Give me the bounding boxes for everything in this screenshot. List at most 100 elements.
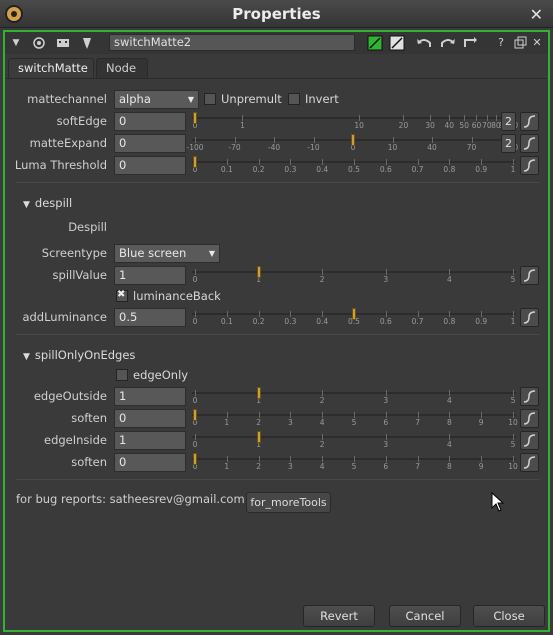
softedge-animation-icon[interactable] — [520, 112, 539, 131]
slider-track[interactable] — [192, 117, 514, 119]
slider-tick-label: 0.9 — [475, 317, 488, 326]
spillonlyonedges-section-toggle[interactable]: ▼ spillOnlyOnEdges — [23, 348, 135, 362]
cancel-button[interactable]: Cancel — [389, 605, 461, 627]
slider-tick-label: 1 — [224, 418, 230, 427]
slider-track[interactable] — [192, 436, 516, 438]
node-color-green-icon[interactable] — [367, 35, 383, 51]
edgeoutside-slider[interactable]: 012345 — [192, 387, 516, 406]
edgeinside-slider[interactable]: 012345 — [192, 431, 516, 450]
redo-icon[interactable] — [439, 35, 457, 51]
slider-tick-label: 0.5 — [348, 165, 360, 174]
softedge-slider[interactable]: 01102030405060708090100 — [192, 112, 518, 131]
slider-handle[interactable] — [351, 134, 355, 146]
tab-switchmatte[interactable]: switchMatte — [8, 58, 94, 78]
matteexpand-animation-icon[interactable] — [520, 134, 539, 153]
tab-node[interactable]: Node — [96, 58, 148, 78]
spillvalue-slider[interactable]: 012345 — [192, 266, 516, 285]
slider-tick-label: 6 — [383, 462, 389, 471]
addluminance-slider[interactable]: 0 0.1 0.2 0.3 0.4 0.5 0.6 0.7 0.8 0.9 1 — [192, 308, 516, 327]
soften-inside-animation-icon[interactable] — [520, 453, 539, 472]
revert-knobs-icon[interactable] — [461, 35, 479, 51]
slider-tick-label: 2 — [256, 418, 261, 427]
divider — [16, 182, 540, 183]
unpremult-checkbox[interactable] — [204, 93, 216, 105]
view-node-icon[interactable] — [31, 35, 47, 51]
luma-threshold-slider[interactable]: 0 0.1 0.2 0.3 0.4 0.5 0.6 0.7 0.8 0.9 1 — [192, 156, 516, 175]
close-button[interactable]: Close — [473, 605, 545, 627]
edgeinside-animation-icon[interactable] — [520, 431, 539, 450]
edgeonly-label: edgeOnly — [133, 368, 189, 382]
slider-tick-label: 0.3 — [284, 317, 297, 326]
slider-track[interactable] — [192, 271, 516, 273]
node-color-white-icon[interactable] — [389, 35, 405, 51]
spillvalue-animation-icon[interactable] — [520, 266, 539, 285]
slider-handle[interactable] — [193, 112, 197, 124]
slider-tick-label: 0 — [192, 440, 198, 449]
collapse-triangle-icon[interactable]: ▼ — [9, 35, 23, 51]
luminanceback-checkbox[interactable] — [116, 289, 128, 302]
slider-track[interactable] — [192, 392, 516, 394]
edgeoutside-animation-icon[interactable] — [520, 387, 539, 406]
help-icon[interactable]: ? — [495, 35, 507, 51]
despill-section-toggle[interactable]: ▼ despill — [23, 196, 72, 210]
screentype-dropdown[interactable]: Blue screen ▼ — [114, 244, 220, 263]
spillvalue-input[interactable]: 1 — [114, 266, 186, 285]
edgeoutside-input[interactable]: 1 — [114, 387, 186, 406]
film-icon[interactable] — [55, 35, 71, 51]
slider-tick-label: 4 — [319, 418, 325, 427]
slider-tick-label: 4 — [447, 396, 452, 405]
luma-threshold-input[interactable]: 0 — [114, 156, 186, 175]
slider-tick-label: 0.7 — [411, 317, 424, 326]
slider-tick-label: 1 — [224, 462, 230, 471]
soften-inside-input[interactable]: 0 — [114, 453, 186, 472]
float-panel-icon[interactable] — [513, 35, 527, 51]
close-panel-icon[interactable]: ✕ — [531, 35, 543, 51]
slider-tick-label: 40 — [427, 143, 437, 152]
mattechannel-value: alpha — [119, 92, 151, 106]
matteexpand-slider[interactable]: -100-70-40-100104070100 — [186, 134, 518, 153]
undo-icon[interactable] — [415, 35, 433, 51]
slider-tick-label: 0 — [192, 396, 198, 405]
mattechannel-dropdown[interactable]: alpha ▼ — [114, 90, 199, 109]
slider-tick-label: 0.3 — [284, 165, 297, 174]
slider-handle[interactable] — [193, 453, 197, 465]
edgeonly-checkbox[interactable] — [116, 369, 128, 381]
soften-outside-slider[interactable]: 0 1 2 3 4 5 6 7 8 9 10 — [192, 409, 518, 428]
slider-handle[interactable] — [193, 409, 197, 421]
softedge-input[interactable]: 0 — [114, 112, 186, 131]
luma-threshold-animation-icon[interactable] — [520, 156, 539, 175]
chevron-down-icon: ▼ — [208, 249, 215, 258]
slider-tick-label: 5 — [351, 418, 357, 427]
slider-handle[interactable] — [256, 387, 261, 399]
edgeinside-label: edgeInside — [44, 433, 107, 447]
slider-tick-label: 10 — [354, 121, 364, 130]
node-name-field[interactable]: switchMatte2 — [109, 34, 355, 51]
invert-checkbox[interactable] — [288, 93, 300, 105]
more-tools-button[interactable]: for_moreTools — [246, 492, 331, 513]
pin-icon[interactable] — [79, 35, 95, 51]
edgeinside-input[interactable]: 1 — [114, 431, 186, 450]
revert-button[interactable]: Revert — [303, 605, 375, 627]
matteexpand-channels-button[interactable]: 2 — [501, 134, 516, 153]
addluminance-input[interactable]: 0.5 — [114, 308, 186, 327]
slider-tick-label: 30 — [425, 121, 435, 130]
slider-handle[interactable] — [256, 266, 261, 278]
window-close-icon[interactable]: ✕ — [530, 5, 543, 24]
slider-handle[interactable] — [193, 156, 197, 168]
slider-tick-label: 5 — [510, 275, 516, 284]
slider-tick-label: -70 — [228, 143, 241, 152]
slider-tick-label: 7 — [415, 462, 420, 471]
slider-tick-label: 2 — [319, 275, 325, 284]
soften-outside-input[interactable]: 0 — [114, 409, 186, 428]
soften-inside-slider[interactable]: 0 1 2 3 4 5 6 7 8 9 10 — [192, 453, 518, 472]
slider-tick-label: 4 — [319, 462, 325, 471]
slider-handle[interactable] — [256, 431, 261, 443]
addluminance-animation-icon[interactable] — [520, 308, 539, 327]
softedge-channels-button[interactable]: 2 — [501, 112, 516, 131]
soften-outside-animation-icon[interactable] — [520, 409, 539, 428]
slider-tick-label: 0.9 — [475, 165, 488, 174]
slider-tick-label: -40 — [267, 143, 281, 152]
slider-handle[interactable] — [352, 308, 356, 320]
matteexpand-input[interactable]: 0 — [114, 134, 186, 153]
slider-tick-label: 0.2 — [252, 317, 265, 326]
